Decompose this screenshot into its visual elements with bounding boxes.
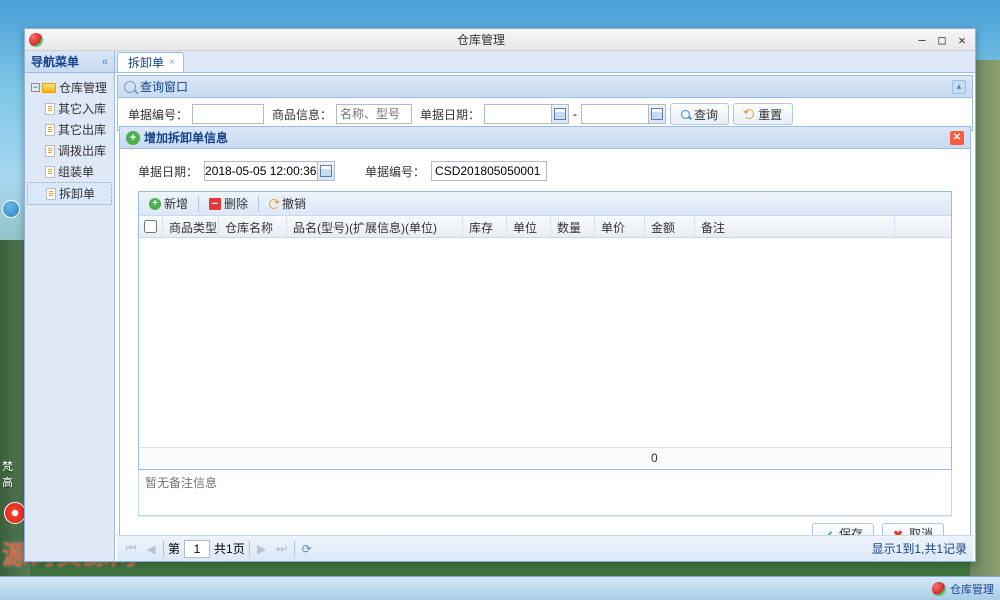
window-title: 仓库管理 — [49, 31, 913, 48]
page-icon — [45, 103, 55, 115]
power-icon[interactable] — [4, 502, 26, 524]
summary-cell — [219, 448, 287, 469]
content-area: 拆卸单 × 查询窗口 ▴ 单据编号： 商品信息： 单据日期： - — [115, 51, 975, 561]
tree-root[interactable]: − 仓库管理 — [27, 77, 112, 98]
product-input[interactable] — [336, 104, 412, 124]
minimize-button[interactable]: — — [913, 33, 931, 47]
pager-refresh-icon[interactable]: ⟳ — [299, 541, 315, 557]
column-header[interactable]: 单价 — [595, 216, 645, 237]
select-all-checkbox[interactable] — [139, 216, 163, 237]
add-panel: + 增加拆卸单信息 ✕ 单据日期： 单据编号： +新增 — [119, 126, 971, 557]
sidebar: 导航菜单 « − 仓库管理 其它入库其它出库调拨出库组装单拆卸单 — [25, 51, 115, 561]
detail-grid: +新增 −删除 撤销 商品类型仓库名称品名(型号)(扩展信息)(单位)库存单位数… — [138, 191, 952, 470]
pager-prev-icon[interactable]: ◀ — [143, 541, 159, 557]
column-header[interactable]: 数量 — [551, 216, 595, 237]
calendar-icon[interactable] — [551, 105, 568, 123]
summary-cell — [551, 448, 595, 469]
pager-info: 显示1到1,共1记录 — [872, 540, 967, 557]
delete-row-button[interactable]: −删除 — [203, 193, 254, 214]
date-to-field[interactable] — [581, 104, 666, 124]
grid-header: 商品类型仓库名称品名(型号)(扩展信息)(单位)库存单位数量单价金额备注 — [139, 216, 951, 238]
folder-icon — [42, 83, 56, 93]
page-icon — [45, 124, 55, 136]
grid-summary: 0 — [139, 447, 951, 469]
taskbar[interactable]: 仓库管理 — [0, 576, 1000, 600]
desktop-user-icon[interactable] — [2, 200, 20, 218]
undo-button[interactable]: 撤销 — [263, 193, 312, 214]
sidebar-collapse-icon[interactable]: « — [102, 56, 108, 68]
minus-icon: − — [209, 198, 221, 210]
search-panel-header: 查询窗口 ▴ — [118, 76, 972, 98]
product-label: 商品信息： — [272, 106, 332, 123]
add-form-row: 单据日期： 单据编号： — [138, 161, 952, 181]
summary-cell — [163, 448, 219, 469]
desktop-label: 梵高 — [2, 458, 22, 490]
reset-button[interactable]: 重置 — [733, 103, 793, 125]
column-header[interactable]: 仓库名称 — [219, 216, 287, 237]
summary-cell — [695, 448, 895, 469]
column-header[interactable]: 品名(型号)(扩展信息)(单位) — [287, 216, 463, 237]
add-row-button[interactable]: +新增 — [143, 193, 194, 214]
tree-item-0[interactable]: 其它入库 — [27, 98, 112, 119]
collapse-icon[interactable]: − — [31, 83, 40, 92]
grid-body[interactable] — [139, 238, 951, 447]
page-icon — [46, 188, 56, 200]
plus-icon: + — [126, 131, 140, 145]
search-panel: 查询窗口 ▴ 单据编号： 商品信息： 单据日期： - 查询 重置 — [117, 75, 973, 131]
tabstrip: 拆卸单 × — [115, 51, 975, 73]
titlebar: 仓库管理 — □ ✕ — [25, 29, 975, 51]
tab-disassembly[interactable]: 拆卸单 × — [117, 52, 184, 72]
order-no-label: 单据编号： — [128, 106, 188, 123]
column-header[interactable]: 备注 — [695, 216, 895, 237]
summary-cell — [507, 448, 551, 469]
date-from-field[interactable] — [484, 104, 569, 124]
pager: ⏮ ◀ 第 共1页 ▶ ⏭ ⟳ 显示1到1,共1记录 — [117, 535, 973, 561]
column-header[interactable]: 库存 — [463, 216, 507, 237]
taskbar-app-icon[interactable] — [932, 582, 946, 596]
form-order-no-input[interactable] — [431, 161, 547, 181]
summary-cell — [595, 448, 645, 469]
add-panel-header: + 增加拆卸单信息 ✕ — [120, 127, 970, 149]
summary-cell: 0 — [645, 448, 695, 469]
summary-cell — [287, 448, 463, 469]
pager-last-icon[interactable]: ⏭ — [274, 541, 290, 557]
tree-item-3[interactable]: 组装单 — [27, 161, 112, 182]
main-window: 仓库管理 — □ ✕ 导航菜单 « − 仓库管理 其它入库其它出库调拨出库组装单… — [24, 28, 976, 562]
collapse-panel-icon[interactable]: ▴ — [952, 80, 966, 94]
date-label: 单据日期： — [420, 106, 480, 123]
sidebar-header: 导航菜单 « — [25, 51, 114, 73]
tree-item-1[interactable]: 其它出库 — [27, 119, 112, 140]
calendar-icon[interactable] — [317, 162, 334, 180]
reset-icon — [744, 109, 754, 119]
maximize-button[interactable]: □ — [933, 33, 951, 47]
calendar-icon[interactable] — [648, 105, 665, 123]
column-header[interactable]: 单位 — [507, 216, 551, 237]
tab-close-icon[interactable]: × — [169, 57, 175, 68]
remark-area — [138, 470, 952, 516]
search-icon — [681, 110, 690, 119]
close-button[interactable]: ✕ — [953, 33, 971, 47]
pager-first-icon[interactable]: ⏮ — [123, 541, 139, 557]
plus-icon: + — [149, 198, 161, 210]
pager-page-input[interactable] — [184, 540, 210, 558]
nav-tree: − 仓库管理 其它入库其它出库调拨出库组装单拆卸单 — [25, 73, 114, 209]
taskbar-app-label[interactable]: 仓库管理 — [950, 581, 994, 597]
query-button[interactable]: 查询 — [670, 103, 729, 125]
tree-item-4[interactable]: 拆卸单 — [27, 182, 112, 205]
column-header[interactable]: 商品类型 — [163, 216, 219, 237]
summary-cell — [463, 448, 507, 469]
column-header[interactable]: 金额 — [645, 216, 695, 237]
tree-item-2[interactable]: 调拨出库 — [27, 140, 112, 161]
app-icon — [29, 33, 43, 47]
page-icon — [45, 145, 55, 157]
search-icon — [124, 81, 136, 93]
undo-icon — [269, 199, 279, 209]
form-date-field[interactable] — [204, 161, 335, 181]
page-icon — [45, 166, 55, 178]
grid-toolbar: +新增 −删除 撤销 — [139, 192, 951, 216]
order-no-input[interactable] — [192, 104, 264, 124]
pager-next-icon[interactable]: ▶ — [254, 541, 270, 557]
remark-textarea[interactable] — [139, 470, 951, 515]
panel-close-icon[interactable]: ✕ — [950, 131, 964, 145]
